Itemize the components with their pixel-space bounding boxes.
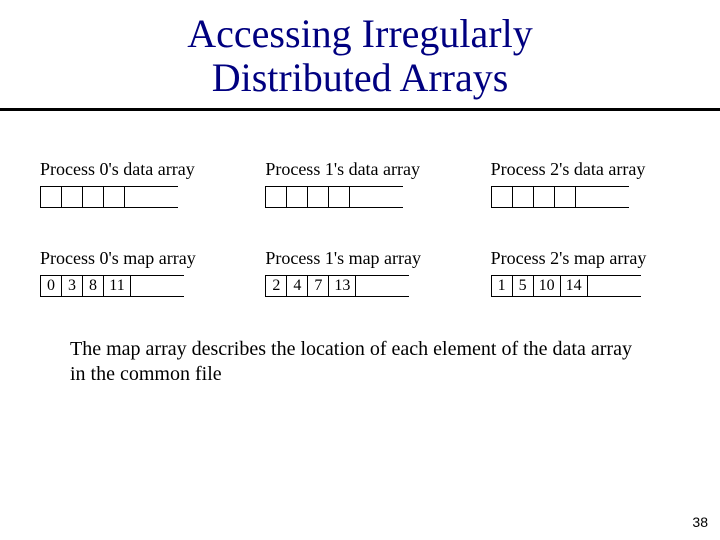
map-cell: 10 bbox=[533, 275, 561, 297]
title-line-2: Distributed Arrays bbox=[0, 56, 720, 100]
cell-empty bbox=[307, 186, 329, 208]
data-array-block-1: Process 1's data array bbox=[265, 159, 454, 208]
map-cells: 1 5 10 14 bbox=[491, 275, 588, 297]
data-array-label: Process 2's data array bbox=[491, 159, 680, 180]
map-cell: 13 bbox=[328, 275, 356, 297]
data-cells bbox=[491, 186, 576, 208]
map-cell: 7 bbox=[307, 275, 329, 297]
map-array-row: 2 4 7 13 bbox=[265, 275, 454, 297]
cell-empty bbox=[512, 186, 534, 208]
map-cell: 1 bbox=[491, 275, 513, 297]
cell-empty bbox=[103, 186, 125, 208]
data-array-row bbox=[265, 186, 454, 208]
map-cells: 0 3 8 11 bbox=[40, 275, 131, 297]
title-line-1: Accessing Irregularly bbox=[0, 12, 720, 56]
map-cells: 2 4 7 13 bbox=[265, 275, 356, 297]
row-extension bbox=[587, 275, 641, 297]
map-array-row: 0 3 8 11 bbox=[40, 275, 229, 297]
row-extension bbox=[349, 186, 403, 208]
data-array-block-0: Process 0's data array bbox=[40, 159, 229, 208]
caption-text: The map array describes the location of … bbox=[0, 297, 720, 387]
map-cell: 2 bbox=[265, 275, 287, 297]
map-array-block-2: Process 2's map array 1 5 10 14 bbox=[491, 248, 680, 297]
data-array-row bbox=[40, 186, 229, 208]
row-extension bbox=[355, 275, 409, 297]
data-array-label: Process 0's data array bbox=[40, 159, 229, 180]
row-extension bbox=[130, 275, 184, 297]
row-extension bbox=[575, 186, 629, 208]
data-array-row bbox=[491, 186, 680, 208]
cell-empty bbox=[40, 186, 62, 208]
map-array-label: Process 0's map array bbox=[40, 248, 229, 269]
page-number: 38 bbox=[692, 514, 708, 530]
cell-empty bbox=[82, 186, 104, 208]
map-array-label: Process 1's map array bbox=[265, 248, 454, 269]
map-array-block-1: Process 1's map array 2 4 7 13 bbox=[265, 248, 454, 297]
cell-empty bbox=[286, 186, 308, 208]
map-array-row: 1 5 10 14 bbox=[491, 275, 680, 297]
cell-empty bbox=[61, 186, 83, 208]
map-cell: 3 bbox=[61, 275, 83, 297]
data-array-label: Process 1's data array bbox=[265, 159, 454, 180]
cell-empty bbox=[491, 186, 513, 208]
cell-empty bbox=[533, 186, 555, 208]
cell-empty bbox=[554, 186, 576, 208]
data-cells bbox=[265, 186, 350, 208]
map-array-block-0: Process 0's map array 0 3 8 11 bbox=[40, 248, 229, 297]
map-cell: 11 bbox=[103, 275, 131, 297]
cell-empty bbox=[265, 186, 287, 208]
map-cell: 0 bbox=[40, 275, 62, 297]
cell-empty bbox=[328, 186, 350, 208]
map-cell: 14 bbox=[560, 275, 588, 297]
map-cell: 8 bbox=[82, 275, 104, 297]
row-extension bbox=[124, 186, 178, 208]
slide-title: Accessing Irregularly Distributed Arrays bbox=[0, 0, 720, 100]
data-array-block-2: Process 2's data array bbox=[491, 159, 680, 208]
data-cells bbox=[40, 186, 125, 208]
map-array-label: Process 2's map array bbox=[491, 248, 680, 269]
map-cell: 5 bbox=[512, 275, 534, 297]
content-grid: Process 0's data array Process 1's data … bbox=[0, 111, 720, 297]
map-cell: 4 bbox=[286, 275, 308, 297]
slide: Accessing Irregularly Distributed Arrays… bbox=[0, 0, 720, 540]
